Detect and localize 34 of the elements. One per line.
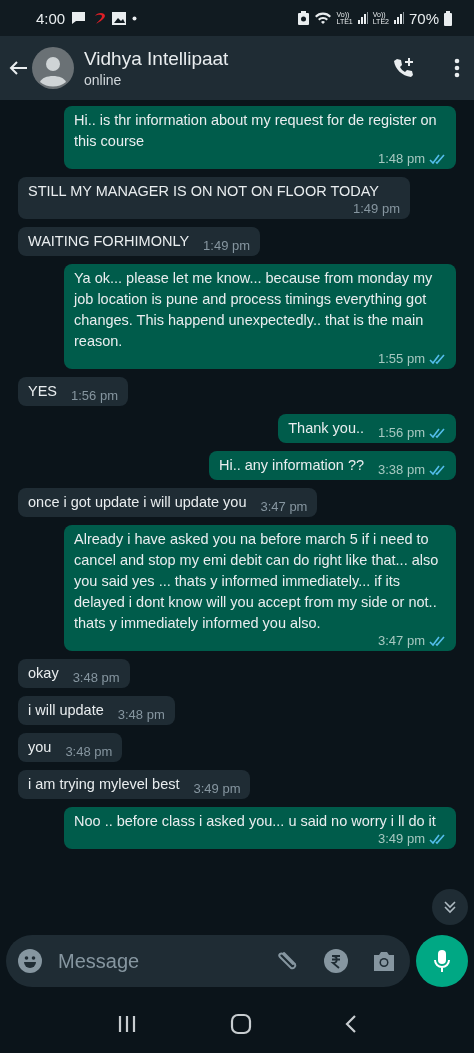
message-text: Already i have asked you na before march 5 if i need to cancel and stop my emi debit can do right like that... also you said yes ... thats y informed immediately... if its delayed i dont know will you accept from my side or not.. thats y immediately informed you also. bbox=[74, 530, 440, 633]
message-text: you bbox=[28, 738, 52, 757]
message-text: WAITING FORHIMONLY bbox=[28, 232, 190, 251]
message-text: STILL MY MANAGER IS ON NOT ON FLOOR TODAY bbox=[28, 182, 380, 201]
message-text: okay bbox=[28, 664, 59, 683]
message-text: i am trying mylevel best bbox=[28, 775, 180, 794]
message-time: 1:56 pm bbox=[378, 426, 425, 440]
message-time: 1:49 pm bbox=[203, 239, 251, 253]
message-text: YES bbox=[28, 382, 57, 401]
message-time: 3:48 pm bbox=[65, 745, 113, 759]
message-text: Hi.. any information ?? bbox=[218, 456, 364, 475]
message-time: 1:56 pm bbox=[71, 389, 118, 403]
message-time: 1:49 pm bbox=[353, 202, 400, 216]
message-time: 1:48 pm bbox=[378, 152, 425, 166]
message-field[interactable]: Message bbox=[6, 935, 410, 987]
message-input[interactable]: Message bbox=[56, 948, 262, 974]
contact-name: Vidhya Intellipaat bbox=[84, 48, 229, 70]
message-time: 3:47 pm bbox=[260, 500, 308, 514]
message-time: 1:55 pm bbox=[378, 352, 425, 366]
message-time: 3:49 pm bbox=[378, 832, 425, 846]
message-text: Thank you.. bbox=[288, 419, 364, 438]
message-text: once i got update i will update you bbox=[28, 493, 247, 512]
message-time: 3:38 pm bbox=[378, 463, 425, 477]
message-time: 3:47 pm bbox=[378, 634, 425, 648]
message-text: i will update bbox=[28, 701, 104, 720]
battery-percent: 70% bbox=[408, 9, 439, 27]
message-time: 3:48 pm bbox=[72, 671, 120, 685]
contact-status: online bbox=[84, 72, 123, 88]
message-text: Ya ok... please let me know... because from monday my job location is pune and process timings everything got changes. This happend unexpectedly.. that is the main reason. bbox=[74, 269, 434, 351]
clock-time: 4:00 bbox=[36, 9, 66, 27]
message-time: 3:48 pm bbox=[117, 708, 165, 722]
message-text: Hi.. is thr information about my request for de register on this course bbox=[74, 111, 438, 151]
message-text: Noo .. before class i asked you... u said no worry i ll do it bbox=[74, 812, 436, 831]
message-time: 3:49 pm bbox=[193, 782, 241, 796]
